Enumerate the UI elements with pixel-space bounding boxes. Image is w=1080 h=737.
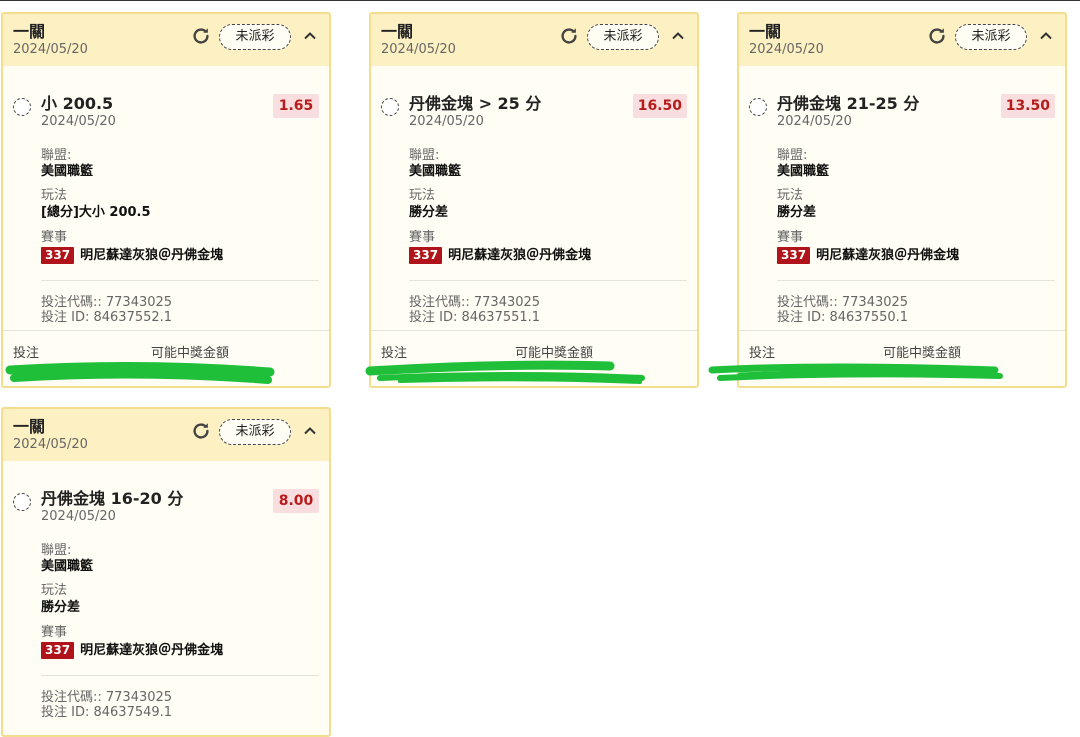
redaction-scribble: [5, 360, 1003, 384]
